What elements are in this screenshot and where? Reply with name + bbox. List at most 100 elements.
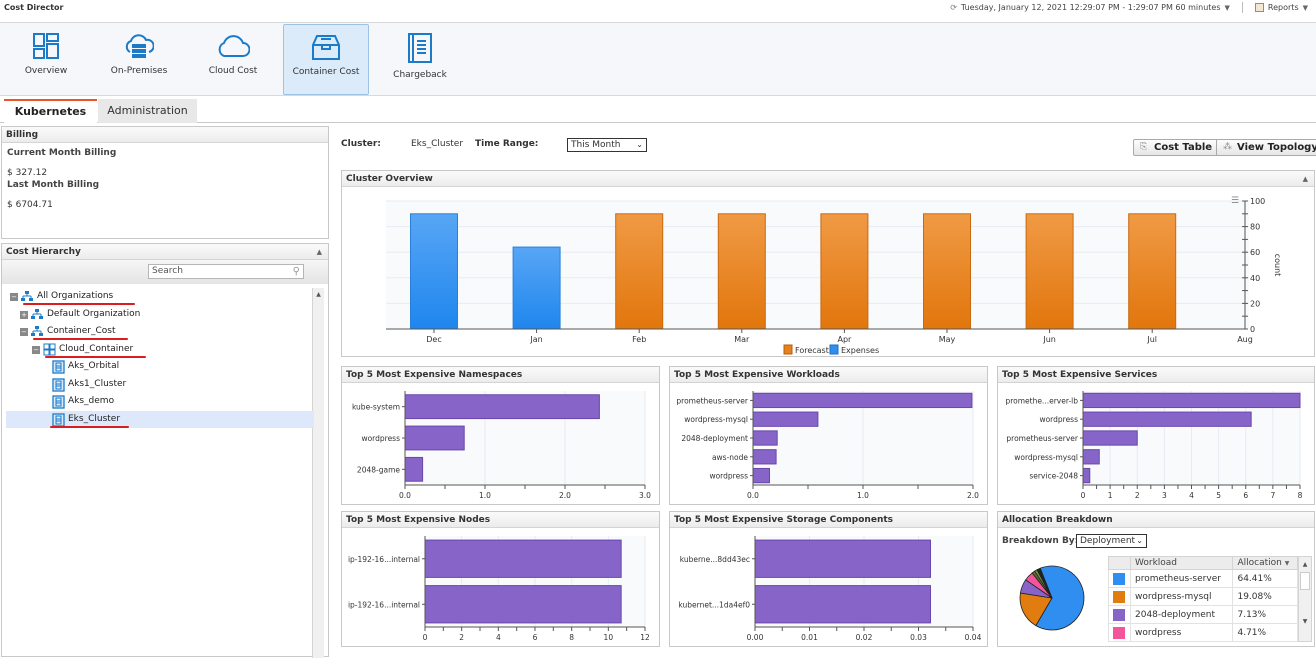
view-topology-button[interactable]: ⁂ View Topology xyxy=(1216,139,1316,156)
legend-label-expenses[interactable]: Expenses xyxy=(841,346,879,355)
workload-cell: 2048-deployment xyxy=(1129,605,1234,624)
cost-table-label: Cost Table xyxy=(1154,142,1213,153)
cluster-overview-title: Cluster Overview xyxy=(346,174,433,184)
allocation-table-scrollbar[interactable]: ▲ ▼ xyxy=(1298,556,1312,642)
app-title: Cost Director xyxy=(4,3,64,12)
breakdown-select[interactable]: Deployment ⌄ xyxy=(1076,534,1147,548)
x-tick-label: May xyxy=(939,335,956,344)
cost-hierarchy-header: Cost Hierarchy ▲ xyxy=(2,244,328,260)
allocation-row[interactable]: 2048-deployment 7.13% xyxy=(1108,605,1298,624)
reports-menu[interactable]: Reports xyxy=(1268,3,1299,12)
x-tick-label: Jul xyxy=(1146,335,1157,344)
category-label: 2048-game xyxy=(357,465,400,474)
tree-node[interactable]: − Container_Cost xyxy=(6,323,314,341)
x-tick-label: 2.0 xyxy=(559,491,571,500)
allocation-row[interactable]: wordpress-mysql 19.08% xyxy=(1108,587,1298,606)
bar[interactable] xyxy=(1082,449,1100,465)
bar[interactable] xyxy=(1082,411,1252,427)
x-tick-label: 0.0 xyxy=(747,491,759,500)
cost-table-button[interactable]: ⎘ Cost Table xyxy=(1133,139,1219,156)
chevron-down-icon[interactable]: ▼ xyxy=(1225,4,1230,12)
collapse-toggle-icon[interactable]: − xyxy=(10,293,18,301)
category-label: kubernet...1da4ef0 xyxy=(678,600,750,609)
x-tick-label: 0.0 xyxy=(399,491,411,500)
nav-on-premises[interactable]: On-Premises xyxy=(96,24,182,95)
bar[interactable] xyxy=(424,585,622,624)
tree-node[interactable]: + Default Organization xyxy=(6,306,314,324)
scroll-up-icon[interactable]: ▲ xyxy=(1299,557,1311,568)
allocation-col-header[interactable]: Allocation ▼ xyxy=(1232,556,1298,570)
expand-toggle-icon[interactable]: + xyxy=(20,310,28,319)
y-tick-label: 20 xyxy=(1250,299,1260,308)
chevron-down-icon: ⌄ xyxy=(1136,536,1143,545)
x-tick-label: Feb xyxy=(632,335,646,344)
chart-menu-icon[interactable]: ☰ xyxy=(1231,196,1239,206)
collapse-icon[interactable]: ▲ xyxy=(317,244,322,260)
bar-jul[interactable] xyxy=(1128,213,1177,330)
nav-overview[interactable]: Overview xyxy=(3,24,89,95)
bar[interactable] xyxy=(1082,430,1138,446)
bar-jun[interactable] xyxy=(1025,213,1074,330)
bar[interactable] xyxy=(404,425,465,451)
x-tick-label: 8 xyxy=(569,633,574,642)
allocation-row[interactable]: wordpress 4.71% xyxy=(1108,623,1298,642)
workload-col-header[interactable]: Workload xyxy=(1129,556,1234,570)
cost-hierarchy-title: Cost Hierarchy xyxy=(6,247,81,257)
allocation-table: Workload Allocation ▼ prometheus-server … xyxy=(1108,556,1314,642)
category-label: wordpress xyxy=(709,472,748,481)
bar[interactable] xyxy=(752,449,777,465)
scroll-down-icon[interactable]: ▼ xyxy=(1299,618,1311,625)
chevron-down-icon[interactable]: ▼ xyxy=(1303,4,1308,12)
bar[interactable] xyxy=(752,411,819,427)
bar-may[interactable] xyxy=(923,213,971,330)
hierarchy-search-input[interactable]: Search ⚲ xyxy=(148,264,304,279)
collapse-icon[interactable]: ▲ xyxy=(1303,171,1308,187)
bar-feb[interactable] xyxy=(615,213,664,330)
bar[interactable] xyxy=(404,456,424,482)
bar[interactable] xyxy=(754,585,931,624)
time-range-select[interactable]: This Month ⌄ xyxy=(567,138,647,152)
color-swatch xyxy=(1113,608,1125,621)
category-label: wordpress xyxy=(1039,415,1078,424)
collapse-toggle-icon[interactable]: − xyxy=(20,328,28,336)
collapse-toggle-icon[interactable]: − xyxy=(32,345,40,354)
bar-dec[interactable] xyxy=(410,213,458,330)
bar[interactable] xyxy=(1082,392,1301,409)
bar[interactable] xyxy=(404,394,600,420)
bar[interactable] xyxy=(752,467,770,484)
tree-node[interactable]: Aks_demo xyxy=(6,393,314,411)
nav-container-cost[interactable]: Container Cost xyxy=(283,24,369,95)
tree-node[interactable]: − All Organizations xyxy=(6,288,314,306)
legend-label-forecast[interactable]: Forecast xyxy=(795,346,829,355)
tree-node[interactable]: Eks_Cluster xyxy=(6,410,314,428)
bar-apr[interactable] xyxy=(820,213,869,330)
time-range-label: Time Range: xyxy=(475,139,539,149)
allocation-panel: Allocation Breakdown Breakdown By: Deplo… xyxy=(997,511,1315,647)
tree-node[interactable]: Aks1_Cluster xyxy=(6,376,314,394)
cluster-label: Cluster: xyxy=(341,139,381,149)
tab-administration[interactable]: Administration xyxy=(98,99,197,123)
x-tick-label: 0.03 xyxy=(910,633,927,642)
tree-node[interactable]: Aks_Orbital xyxy=(6,358,314,376)
search-icon[interactable]: ⚲ xyxy=(293,265,300,278)
bar[interactable] xyxy=(754,539,931,578)
bar[interactable] xyxy=(752,430,778,446)
nav-cloud-cost[interactable]: Cloud Cost xyxy=(190,24,276,95)
nav-chargeback[interactable]: Chargeback xyxy=(377,24,463,95)
category-label: aws-node xyxy=(712,453,748,462)
bar[interactable] xyxy=(752,392,973,409)
allocation-cell: 4.71% xyxy=(1232,623,1298,642)
x-tick-label: Dec xyxy=(426,335,441,344)
bar[interactable] xyxy=(424,539,622,578)
cluster-overview-header: Cluster Overview ▲ xyxy=(342,171,1314,187)
billing-panel: Billing Current Month Billing $ 327.12 L… xyxy=(1,126,329,239)
time-range-selector[interactable]: Tuesday, January 12, 2021 12:29:07 PM - … xyxy=(961,3,1221,12)
bar-mar[interactable] xyxy=(717,213,766,330)
scroll-up-icon[interactable]: ▲ xyxy=(313,288,324,298)
tab-kubernetes[interactable]: Kubernetes xyxy=(4,99,97,123)
allocation-row[interactable]: prometheus-server 64.41% xyxy=(1108,569,1298,588)
bar[interactable] xyxy=(1082,467,1091,484)
tree-node[interactable]: − Cloud_Container xyxy=(6,341,314,359)
scroll-thumb[interactable] xyxy=(1300,572,1310,590)
bar-jan[interactable] xyxy=(512,246,561,330)
